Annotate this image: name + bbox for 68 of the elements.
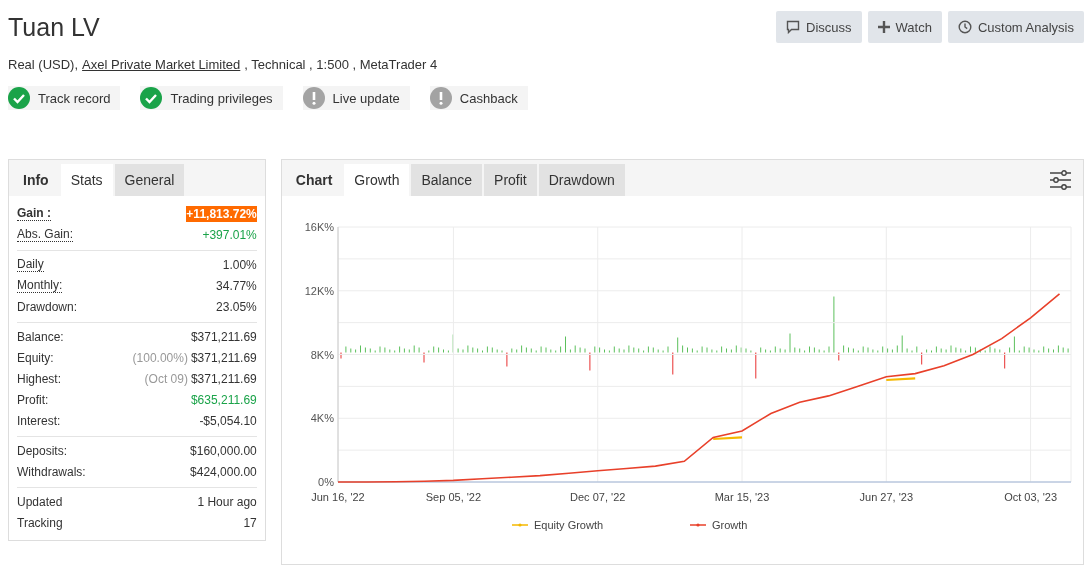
stat-value: 23.05% (216, 299, 257, 314)
y-tick-label: 0% (317, 476, 334, 488)
stat-value: $371,211.69 (190, 371, 257, 386)
clock-icon (957, 20, 972, 34)
stat-label: Withdrawals: (17, 464, 86, 479)
panel-tab[interactable]: Drawdown (538, 164, 625, 196)
stat-value: $371,211.69 (190, 329, 257, 344)
stat-value: 34.77% (216, 278, 257, 293)
stat-value: 1.00% (222, 257, 257, 272)
stat-label: Highest: (17, 371, 62, 386)
badge-label: Cashback (459, 90, 518, 106)
panel-tab[interactable]: Profit (484, 164, 537, 196)
stat-value: +397.01% (202, 227, 257, 242)
badge-label: Trading privileges (170, 90, 273, 106)
y-tick-label: 4K% (310, 412, 334, 425)
panel-tab[interactable]: Stats (60, 164, 113, 196)
panel-tab[interactable]: General (114, 164, 185, 196)
legend-label: Growth (711, 519, 748, 531)
action-button[interactable]: Discuss (776, 11, 862, 43)
stat-note: (Oct 09) (144, 371, 188, 386)
account-info: Real (USD), (8, 57, 79, 72)
stat-label: Profit: (17, 392, 49, 407)
chat-icon (786, 20, 801, 34)
stat-value: -$5,054.10 (199, 413, 257, 428)
x-tick-label: Sep 05, '22 (425, 491, 481, 503)
x-tick-label: Jun 16, '22 (311, 491, 365, 503)
action-button[interactable]: Watch (867, 11, 942, 43)
legend-item[interactable]: Growth (689, 519, 748, 531)
stat-value: 1 Hour ago (197, 494, 257, 509)
stat-note: (100.00%) (132, 350, 188, 365)
badge-label: Track record (38, 90, 111, 106)
stat-value: 17 (243, 515, 257, 530)
legend-item[interactable]: Equity Growth (511, 519, 603, 531)
stat-value: +11,813.72% (186, 205, 257, 222)
stat-label: Gain : (17, 206, 51, 221)
x-tick-label: Dec 07, '22 (569, 491, 626, 503)
action-button[interactable]: Custom Analysis (947, 11, 1084, 43)
badge-label: Live update (332, 90, 400, 106)
legend-label: Equity Growth (533, 519, 603, 531)
plus-icon (877, 21, 890, 33)
stat-value: $635,211.69 (190, 392, 257, 407)
stat-value: $424,000.00 (190, 464, 257, 479)
panel-heading: Info (22, 171, 50, 190)
x-tick-label: Mar 15, '23 (714, 491, 770, 503)
x-tick-label: Jun 27, '23 (859, 491, 913, 503)
stat-label: Tracking (17, 515, 63, 530)
stat-label: Interest: (17, 413, 61, 428)
y-tick-label: 16K% (304, 221, 334, 233)
page-title: Tuan LV (8, 12, 100, 42)
stat-value: $160,000.00 (190, 443, 257, 458)
stat-label: Drawdown: (17, 299, 78, 314)
account-info: , Technical , 1:500 , MetaTrader 4 (244, 57, 438, 72)
stat-label: Daily (17, 257, 44, 272)
x-tick-label: Oct 03, '23 (1003, 491, 1057, 503)
y-tick-label: 8K% (310, 348, 334, 361)
settings-icon[interactable] (1049, 170, 1071, 190)
stat-label: Equity: (17, 350, 54, 365)
panel-tab[interactable]: Growth (344, 164, 410, 196)
stat-label: Monthly: (17, 278, 63, 293)
stat-value: $371,211.69 (190, 350, 257, 365)
stat-label: Balance: (17, 329, 64, 344)
y-tick-label: 12K% (304, 284, 334, 297)
stat-label: Updated (17, 494, 63, 509)
panel-tab[interactable]: Balance (411, 164, 483, 196)
stat-label: Deposits: (17, 443, 68, 458)
stat-label: Abs. Gain: (17, 227, 74, 242)
panel-heading: Chart (294, 171, 334, 190)
broker-link[interactable]: Axel Private Market Limited (82, 57, 241, 72)
